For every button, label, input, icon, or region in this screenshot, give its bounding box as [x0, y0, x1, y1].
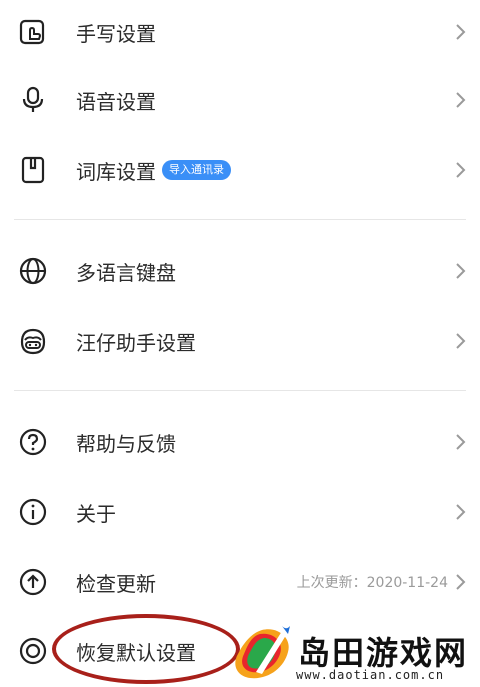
menu-item-label: 检查更新 [76, 571, 156, 596]
menu-item-assistant[interactable]: 汪仔助手设置 [0, 311, 480, 371]
globe-icon [18, 256, 48, 286]
menu-item-update[interactable]: 检查更新 上次更新：2020-11-24 [0, 552, 480, 612]
menu-item-label: 关于 [76, 501, 116, 526]
chevron-right-icon [454, 432, 468, 452]
chevron-right-icon [454, 502, 468, 522]
menu-item-label-text: 词库设置 [76, 159, 156, 184]
highlight-annotation [52, 614, 240, 684]
watermark-url: www.daotian.com.cn [296, 668, 445, 682]
info-icon [18, 497, 48, 527]
chevron-right-icon [454, 22, 468, 42]
last-update-text: 上次更新：2020-11-24 [296, 575, 448, 591]
menu-item-label: 手写设置 [76, 21, 156, 46]
menu-item-label: 多语言键盘 [76, 260, 176, 285]
chevron-right-icon [454, 331, 468, 351]
section-divider [14, 390, 466, 391]
bookmark-icon [18, 155, 48, 185]
menu-item-label: 汪仔助手设置 [76, 330, 196, 355]
chevron-right-icon [454, 261, 468, 281]
handwriting-icon [18, 17, 48, 47]
chevron-right-icon [454, 90, 468, 110]
menu-item-voice[interactable]: 语音设置 [0, 70, 480, 130]
menu-item-help[interactable]: 帮助与反馈 [0, 412, 480, 472]
import-contacts-badge[interactable]: 导入通讯录 [162, 160, 231, 180]
section-divider [14, 219, 466, 220]
question-icon [18, 427, 48, 457]
upload-arrow-icon [18, 567, 48, 597]
restore-circle-icon [18, 636, 48, 666]
menu-item-multilang[interactable]: 多语言键盘 [0, 241, 480, 301]
chevron-right-icon [454, 160, 468, 180]
assistant-face-icon [18, 326, 48, 356]
menu-item-label: 语音设置 [76, 89, 156, 114]
menu-item-label: 词库设置 导入通讯录 [76, 156, 231, 185]
watermark-logo-icon [235, 626, 290, 679]
menu-item-handwriting[interactable]: 手写设置 [0, 2, 480, 62]
chevron-right-icon [454, 572, 468, 592]
menu-item-label: 帮助与反馈 [76, 431, 176, 456]
watermark: 岛田游戏网 www.daotian.com.cn [228, 624, 480, 684]
menu-item-lexicon[interactable]: 词库设置 导入通讯录 [0, 140, 480, 200]
microphone-icon [18, 85, 48, 115]
menu-item-about[interactable]: 关于 [0, 482, 480, 542]
